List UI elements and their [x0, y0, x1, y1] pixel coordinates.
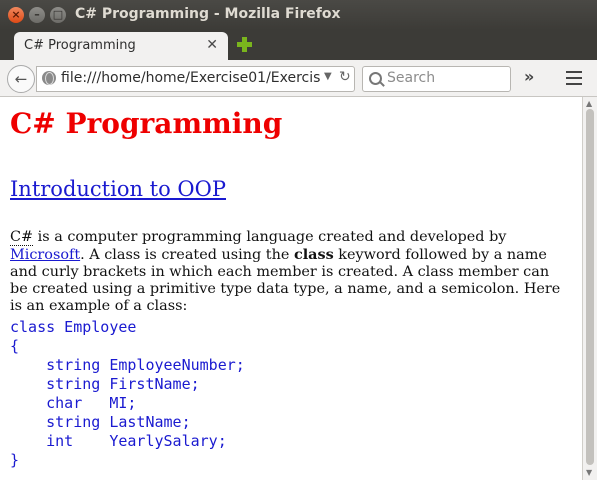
vertical-scrollbar[interactable]: ▲ ▼ — [582, 97, 597, 480]
code-line: } — [10, 451, 20, 469]
code-line: { — [10, 337, 20, 355]
reload-icon[interactable]: ↻ — [339, 69, 351, 85]
code-line: string EmployeeNumber; — [10, 356, 245, 374]
scroll-up-icon[interactable]: ▲ — [586, 99, 592, 108]
window-minimize-button[interactable]: – — [29, 7, 45, 23]
tab-title: C# Programming — [24, 38, 136, 53]
paragraph-text-2: . A class is created using the — [80, 247, 294, 263]
globe-icon — [42, 71, 56, 85]
code-line: char MI; — [10, 394, 137, 412]
csharp-abbr: C# — [10, 229, 34, 246]
tab-strip: C# Programming ✕ — [0, 30, 597, 60]
tab-close-icon[interactable]: ✕ — [206, 37, 218, 53]
search-input[interactable] — [387, 69, 505, 87]
navigation-toolbar: ← file:///home/home/Exercise01/Exercis ▼… — [0, 60, 597, 97]
scroll-down-icon[interactable]: ▼ — [586, 468, 592, 477]
code-line: int YearlySalary; — [10, 432, 227, 450]
url-dropdown-icon[interactable]: ▼ — [324, 71, 332, 82]
code-line: class Employee — [10, 318, 137, 336]
window-title: C# Programming - Mozilla Firefox — [75, 6, 341, 22]
scrollbar-thumb[interactable] — [586, 109, 594, 465]
hamburger-menu-icon[interactable] — [566, 71, 582, 85]
window-maximize-button[interactable]: □ — [50, 7, 66, 23]
paragraph-text-1: is a computer programming language creat… — [33, 229, 507, 245]
code-example: class Employee { string EmployeeNumber; … — [10, 318, 245, 470]
tab-active[interactable]: C# Programming ✕ — [14, 32, 228, 60]
window-close-button[interactable]: × — [8, 7, 24, 23]
microsoft-link[interactable]: Microsoft — [10, 247, 80, 263]
code-line: string FirstName; — [10, 375, 200, 393]
new-tab-plus-icon[interactable] — [235, 35, 253, 53]
class-keyword: class — [293, 246, 334, 263]
page-content: C# Programming Introduction to OOP C# is… — [0, 97, 582, 480]
url-text[interactable]: file:///home/home/Exercise01/Exercis — [61, 70, 320, 86]
back-arrow-icon[interactable]: ← — [7, 65, 35, 93]
title-bar: × – □ C# Programming - Mozilla Firefox — [0, 0, 597, 30]
page-heading: C# Programming — [10, 107, 283, 140]
oop-section-link[interactable]: Introduction to OOP — [10, 177, 226, 201]
overflow-chevron-icon[interactable]: » — [524, 67, 534, 86]
search-icon — [369, 72, 382, 85]
url-bar[interactable]: file:///home/home/Exercise01/Exercis ▼ ↻ — [36, 66, 355, 92]
intro-paragraph: C# is a computer programming language cr… — [10, 229, 570, 315]
search-box[interactable] — [362, 66, 511, 92]
code-line: string LastName; — [10, 413, 191, 431]
